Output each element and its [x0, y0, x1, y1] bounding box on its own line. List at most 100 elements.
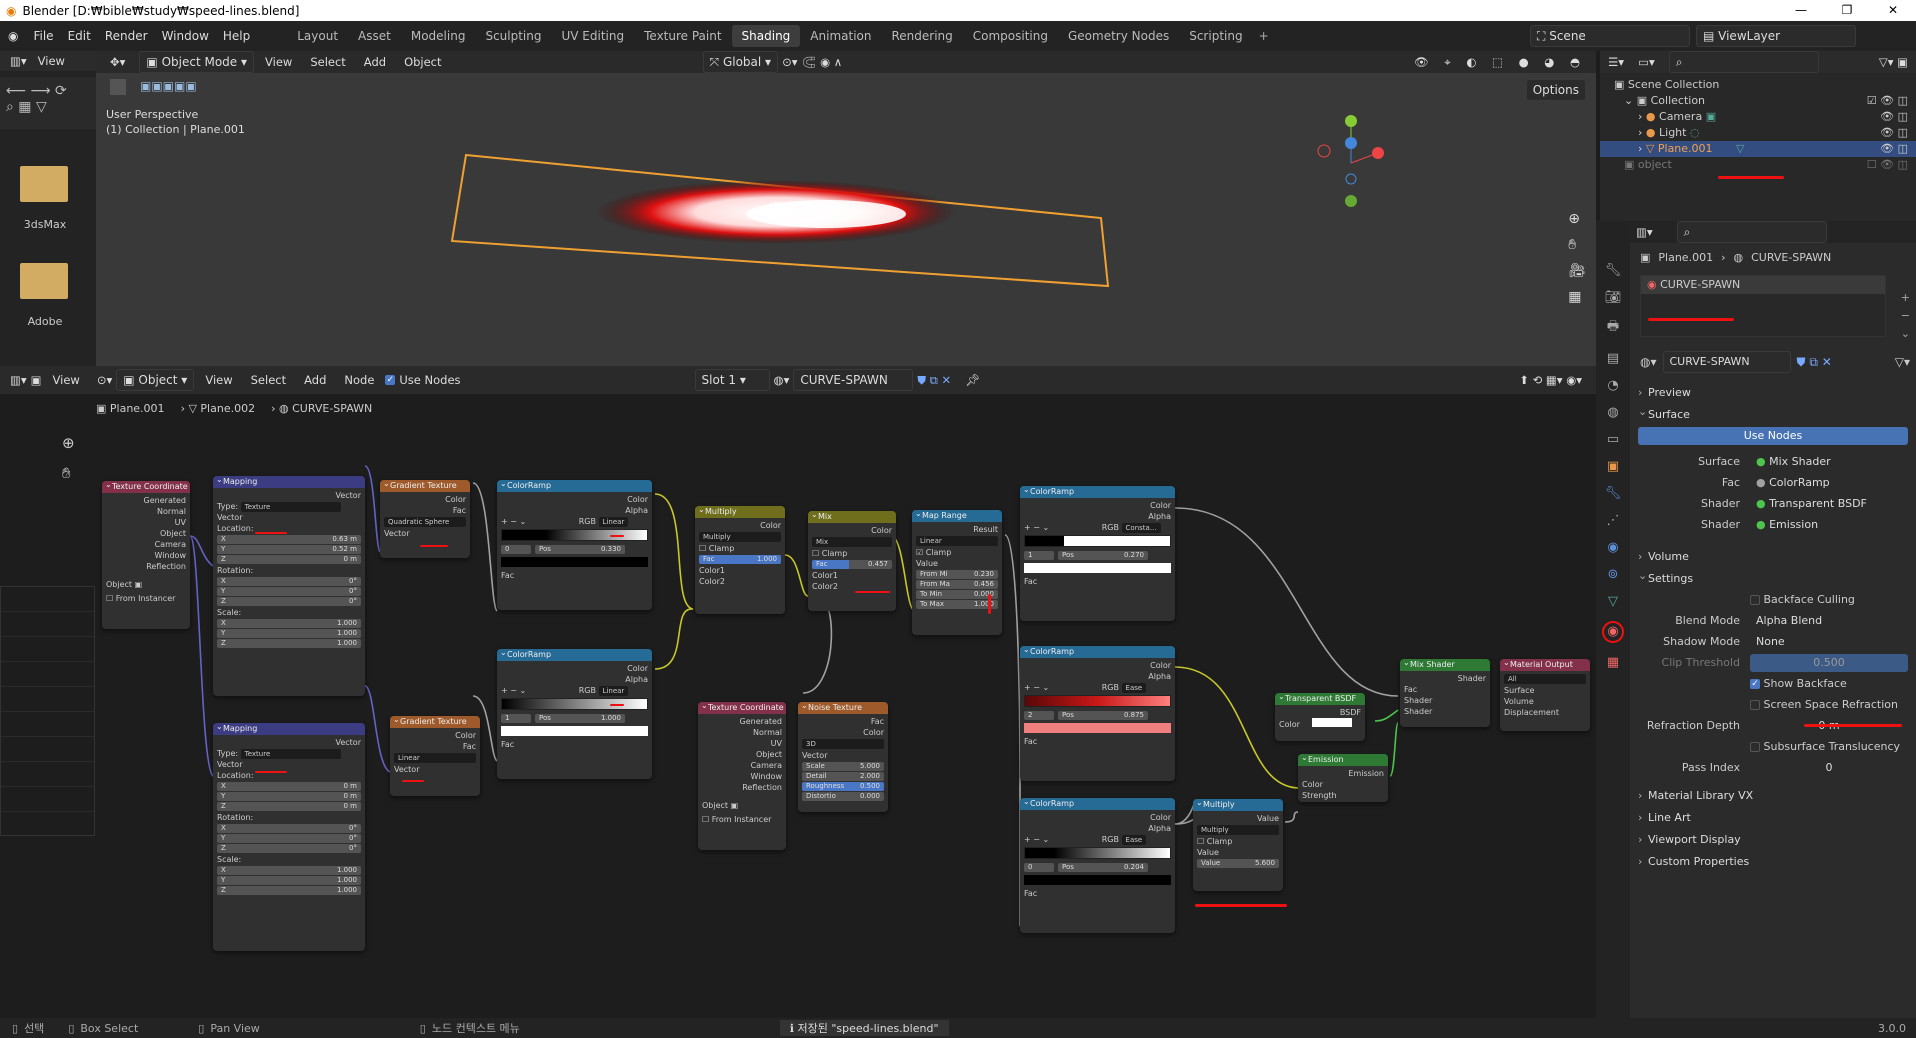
node-noise-texture[interactable]: Noise Texture Fac Color 3D Vector Scale 5…: [798, 702, 888, 812]
type-dropdown[interactable]: Texture: [240, 749, 341, 759]
tab-scripting[interactable]: Scripting: [1179, 25, 1252, 47]
gradient-type-dropdown[interactable]: Quadratic Sphere: [384, 517, 466, 527]
fac-input-field[interactable]: ● ColorRamp: [1750, 473, 1908, 492]
socket-color[interactable]: Color: [1024, 812, 1171, 823]
texture-tab-icon[interactable]: ▦: [1607, 655, 1619, 670]
outliner-search[interactable]: ⌕: [1668, 51, 1819, 73]
clamp-checkbox[interactable]: ☐ Clamp: [812, 548, 892, 559]
grid-view-icon[interactable]: ▦: [1568, 289, 1586, 305]
loc-x-field[interactable]: X 0 m: [217, 782, 361, 791]
3d-viewport[interactable]: ✥▾ ▣ Object Mode ▾ View Select Add Objec…: [96, 51, 1596, 366]
loc-z-field[interactable]: Z 0 m: [217, 802, 361, 811]
socket-value-in[interactable]: Value: [1197, 847, 1279, 858]
rot-z-field[interactable]: Z 0°: [217, 597, 361, 606]
panel-surface[interactable]: Surface: [1630, 401, 1916, 425]
zoom-icon[interactable]: ⊕: [1568, 211, 1586, 227]
rot-y-field[interactable]: Y 0°: [217, 587, 361, 596]
to-max-field[interactable]: To Max 1.000: [916, 600, 998, 609]
socket-fac[interactable]: Fac: [1404, 684, 1486, 695]
tab-sculpting[interactable]: Sculpting: [475, 25, 551, 47]
physics-tab-icon[interactable]: ◉: [1607, 540, 1618, 555]
stop-index[interactable]: 1: [1024, 551, 1054, 560]
show-backface-row[interactable]: ✓ Show Backface: [1630, 673, 1916, 694]
material-browse-icon[interactable]: ◍▾: [1640, 355, 1657, 369]
stop-pos-field[interactable]: Pos 0.330: [535, 545, 625, 554]
shader-input-field-2[interactable]: ● Emission: [1750, 515, 1908, 534]
node-colorramp-1[interactable]: ColorRamp Color Alpha + − ⌄ RGB Linear 0…: [497, 480, 652, 610]
save-report[interactable]: ℹ 저장된 "speed-lines.blend": [779, 1020, 949, 1036]
add-workspace-icon[interactable]: +: [1253, 29, 1275, 43]
socket-color1[interactable]: Color1: [699, 565, 781, 576]
node-map-range[interactable]: Map Range Result Linear ☑ Clamp Value Fr…: [912, 510, 1002, 635]
view-layer-tab-icon[interactable]: ▤: [1607, 351, 1619, 366]
visibility-icons[interactable]: ☑ 👁︎ ◫: [1867, 93, 1908, 109]
socket-color[interactable]: Color: [812, 525, 892, 536]
loc-z-field[interactable]: Z 0 m: [217, 555, 361, 564]
socket-alpha[interactable]: Alpha: [1024, 823, 1171, 834]
show-backface-checkbox[interactable]: ✓: [1750, 678, 1760, 689]
from-instancer-checkbox[interactable]: ☐ From Instancer: [702, 813, 782, 827]
scene-collection-row[interactable]: ▣ Scene Collection: [1614, 77, 1916, 93]
rot-z-field[interactable]: Z 0°: [217, 844, 361, 853]
panel-preview[interactable]: Preview: [1630, 381, 1916, 404]
stop-pos-field[interactable]: Pos 0.204: [1058, 863, 1148, 872]
math-op-dropdown[interactable]: Multiply: [1197, 825, 1279, 835]
tool-tab-icon[interactable]: 🔧︎: [1605, 263, 1622, 278]
filter-icon[interactable]: ▽▾ ▣: [1879, 55, 1916, 69]
folder-adobe[interactable]: Adobe: [20, 263, 70, 328]
socket-displacement[interactable]: Displacement: [1504, 707, 1586, 718]
scale-z-field[interactable]: Z 1.000: [217, 886, 361, 895]
menu-file[interactable]: File: [26, 29, 60, 43]
clamp-checkbox[interactable]: ☑ Clamp: [916, 547, 998, 558]
color-ramp-bar[interactable]: [1024, 695, 1171, 707]
tab-animation[interactable]: Animation: [800, 25, 881, 47]
socket-shader-out[interactable]: Shader: [1404, 673, 1486, 684]
socket-bsdf[interactable]: BSDF: [1279, 707, 1361, 718]
color-ramp-bar[interactable]: [1024, 535, 1171, 547]
fake-user-icon[interactable]: ⛊ ⧉ ✕: [1797, 355, 1832, 370]
material-type-icon[interactable]: ▽▾: [1895, 355, 1916, 369]
tab-rendering[interactable]: Rendering: [881, 25, 962, 47]
color-ramp-bar[interactable]: [501, 529, 648, 541]
to-min-field[interactable]: To Min 0.000: [916, 590, 998, 599]
loc-y-field[interactable]: Y 0.52 m: [217, 545, 361, 554]
from-max-field[interactable]: From Ma 0.456: [916, 580, 998, 589]
stop-color-swatch[interactable]: [1024, 723, 1171, 733]
socket-alpha[interactable]: Alpha: [501, 505, 648, 516]
socket-camera[interactable]: Camera: [106, 539, 186, 550]
socket-vector-in[interactable]: Vector: [217, 759, 361, 770]
node-multiply-2[interactable]: Multiply Value Multiply ☐ Clamp Value Va…: [1193, 799, 1283, 891]
scale-y-field[interactable]: Y 1.000: [217, 876, 361, 885]
socket-color[interactable]: Color: [699, 520, 781, 531]
clamp-checkbox[interactable]: ☐ Clamp: [699, 543, 781, 554]
interpolation-dropdown[interactable]: Ease: [1121, 683, 1147, 693]
ssr-checkbox[interactable]: [1750, 699, 1760, 710]
collection-tab-icon[interactable]: ▭: [1607, 432, 1619, 447]
roughness-field[interactable]: Roughness 0.500: [802, 782, 884, 791]
ramp-controls[interactable]: + − ⌄ RGB Ease: [1024, 834, 1171, 845]
socket-shader-2[interactable]: Shader: [1404, 706, 1486, 717]
backface-culling-row[interactable]: Backface Culling: [1630, 589, 1916, 610]
from-min-field[interactable]: From Mi 0.230: [916, 570, 998, 579]
node-texture-coordinate-2[interactable]: Texture Coordinate Generated Normal UV O…: [698, 702, 786, 850]
pass-index-field[interactable]: 0: [1750, 758, 1908, 777]
outliner-item-collection[interactable]: ⌄ ▣ Collection ☑ 👁︎ ◫: [1614, 93, 1916, 109]
socket-fac[interactable]: Fac: [802, 716, 884, 727]
node-multiply-1[interactable]: Multiply Color Multiply ☐ Clamp Fac 1.000…: [695, 506, 785, 614]
close-button[interactable]: ✕: [1870, 0, 1916, 21]
panel-settings[interactable]: Settings: [1630, 565, 1916, 589]
ramp-controls[interactable]: + − ⌄ RGB Ease: [1024, 682, 1171, 693]
socket-volume[interactable]: Volume: [1504, 696, 1586, 707]
panel-viewport-display[interactable]: Viewport Display: [1630, 828, 1916, 851]
tab-layout[interactable]: Layout: [287, 25, 348, 47]
socket-value[interactable]: Value: [916, 558, 998, 569]
type-dropdown[interactable]: Texture: [240, 502, 341, 512]
tab-texture-paint[interactable]: Texture Paint: [634, 25, 731, 47]
node-transparent-bsdf[interactable]: Transparent BSDF BSDF Color: [1275, 693, 1365, 741]
socket-object[interactable]: Object: [702, 749, 782, 760]
tab-shading[interactable]: Shading: [731, 25, 801, 47]
socket-color[interactable]: Color: [501, 663, 648, 674]
socket-object[interactable]: Object: [106, 528, 186, 539]
socket-vector[interactable]: Vector: [384, 528, 466, 539]
view-layer-selector[interactable]: ▤ ViewLayer: [1696, 25, 1856, 47]
